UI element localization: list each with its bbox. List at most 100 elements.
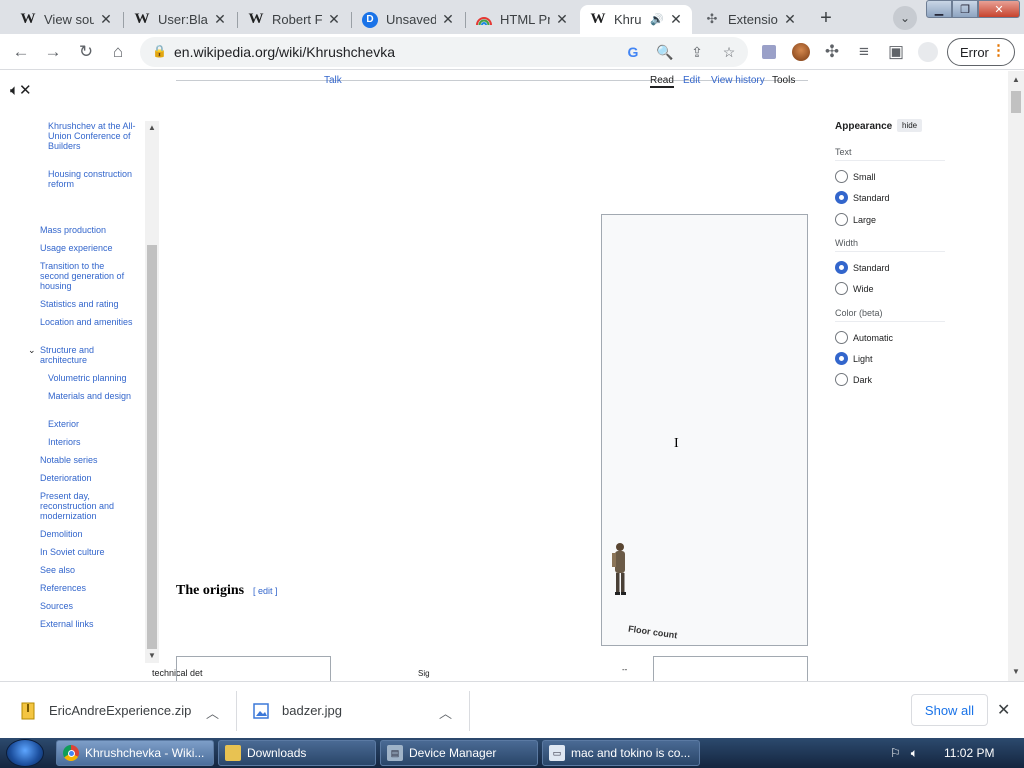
mute-icon[interactable]: 🔈︎✕ [10, 81, 32, 99]
section-edit-link[interactable]: [ edit ] [253, 586, 278, 596]
radio-button[interactable] [835, 331, 848, 344]
profile-button[interactable] [916, 40, 940, 64]
toc-item[interactable]: Interiors [48, 437, 143, 447]
taskbar-item-chrome[interactable]: Khrushchevka - Wiki... [56, 740, 214, 766]
profile-error-button[interactable]: Error ⋮ [947, 38, 1015, 66]
scroll-thumb[interactable] [1011, 91, 1021, 113]
close-icon[interactable]: ✕ [98, 11, 114, 28]
toc-item[interactable]: Statistics and rating [40, 299, 135, 309]
taskbar-item-downloads[interactable]: Downloads [218, 740, 376, 766]
tab-read[interactable]: Read [650, 75, 674, 88]
radio-button[interactable] [835, 352, 848, 365]
toc-item[interactable]: See also [40, 565, 135, 575]
chevron-up-icon[interactable]: ︿ [206, 703, 219, 722]
extension-icon[interactable] [757, 40, 781, 64]
bookmark-star-icon[interactable]: ☆ [719, 42, 739, 62]
tab-edit[interactable]: Edit [683, 75, 700, 86]
page-scrollbar[interactable]: ▲ ▼ [1008, 71, 1024, 681]
close-icon[interactable]: ✕ [212, 11, 228, 28]
tab-view-source[interactable]: W View sou ✕ [10, 5, 122, 34]
volume-muted-icon[interactable]: 🔈︎ [911, 746, 918, 761]
chevron-up-icon[interactable]: ︿ [439, 703, 452, 722]
hide-button[interactable]: hide [897, 119, 923, 132]
close-icon[interactable]: ✕ [668, 11, 684, 28]
start-button[interactable] [6, 739, 44, 767]
scroll-thumb[interactable] [147, 245, 157, 649]
toc-item[interactable]: Housing construction reform [48, 169, 143, 189]
forward-button[interactable]: → [41, 40, 65, 64]
tab-extensions[interactable]: ✣ Extensio ✕ [694, 5, 806, 34]
tab-html-preview[interactable]: HTML Pr ✕ [466, 5, 578, 34]
toc-item[interactable]: Usage experience [40, 243, 135, 253]
download-item[interactable]: badzer.jpg [253, 682, 342, 739]
toc-item[interactable]: Sources [40, 601, 135, 611]
tab-khrushchevka[interactable]: W Khru 🔊 ✕ [580, 5, 692, 34]
scroll-down-icon[interactable]: ▼ [148, 651, 156, 660]
address-bar[interactable]: 🔒 en.wikipedia.org/wiki/Khrushchevka G 🔍… [140, 37, 748, 67]
toc-item[interactable]: Exterior [48, 419, 143, 429]
radio-button[interactable] [835, 170, 848, 183]
radio-text-standard[interactable]: Standard [835, 191, 890, 204]
radio-button[interactable] [835, 191, 848, 204]
reload-button[interactable]: ↻ [74, 40, 98, 64]
toc-item[interactable]: Volumetric planning [48, 373, 143, 383]
toc-item[interactable]: Present day, reconstruction and moderniz… [40, 491, 135, 521]
toc-item[interactable]: Khrushchev at the All-Union Conference o… [48, 121, 143, 151]
radio-color-light[interactable]: Light [835, 352, 873, 365]
radio-width-wide[interactable]: Wide [835, 282, 874, 295]
tab-user-blat[interactable]: W User:Blat ✕ [124, 5, 236, 34]
download-item[interactable]: EricAndreExperience.zip [20, 682, 191, 739]
close-icon[interactable]: ✕ [554, 11, 570, 28]
speaker-icon[interactable]: 🔊 [650, 13, 664, 26]
radio-button[interactable] [835, 213, 848, 226]
action-center-icon[interactable]: ⚐ [890, 746, 901, 760]
toc-scrollbar[interactable]: ▲ ▼ [145, 121, 159, 663]
share-icon[interactable]: ⇪ [687, 42, 707, 62]
tab-unsaved[interactable]: D Unsaved ✕ [352, 5, 464, 34]
radio-button[interactable] [835, 261, 848, 274]
toc-item[interactable]: Demolition [40, 529, 135, 539]
avatar[interactable] [789, 40, 813, 64]
google-icon[interactable]: G [623, 42, 643, 62]
radio-button[interactable] [835, 373, 848, 386]
clock[interactable]: 11:02 PM [944, 746, 994, 760]
close-icon[interactable]: ✕ [782, 11, 798, 28]
toc-item[interactable]: Deterioration [40, 473, 135, 483]
radio-text-large[interactable]: Large [835, 213, 876, 226]
scroll-up-icon[interactable]: ▲ [1012, 75, 1020, 84]
home-button[interactable]: ⌂ [106, 40, 130, 64]
toc-item[interactable]: Structure and architecture [40, 345, 135, 365]
radio-text-small[interactable]: Small [835, 170, 876, 183]
zoom-icon[interactable]: 🔍 [655, 42, 675, 62]
taskbar-item-chat[interactable]: ▭ mac and tokino is co... [542, 740, 700, 766]
url-text[interactable]: en.wikipedia.org/wiki/Khrushchevka [174, 44, 395, 60]
radio-color-automatic[interactable]: Automatic [835, 331, 893, 344]
chevron-down-icon[interactable]: ⌄ [28, 345, 38, 355]
tab-robert[interactable]: W Robert F ✕ [238, 5, 350, 34]
tab-talk[interactable]: Talk [324, 75, 342, 86]
tab-view-history[interactable]: View history [711, 75, 765, 86]
radio-button[interactable] [835, 282, 848, 295]
tab-search-button[interactable]: ⌄ [893, 6, 917, 30]
reading-list-button[interactable]: ≡ [852, 40, 876, 64]
menu-dots-icon[interactable]: ⋮ [991, 43, 1006, 59]
close-window-button[interactable]: ✕ [978, 0, 1020, 18]
maximize-button[interactable]: ❐ [952, 0, 978, 18]
toc-item[interactable]: References [40, 583, 135, 593]
side-panel-button[interactable]: ▣ [884, 40, 908, 64]
toc-item[interactable]: Mass production [40, 225, 135, 235]
close-icon[interactable]: ✕ [440, 11, 456, 28]
radio-color-dark[interactable]: Dark [835, 373, 872, 386]
scroll-down-icon[interactable]: ▼ [1012, 667, 1020, 676]
close-icon[interactable]: ✕ [326, 11, 342, 28]
back-button[interactable]: ← [9, 40, 33, 64]
toc-item[interactable]: Notable series [40, 455, 135, 465]
show-all-button[interactable]: Show all [911, 694, 988, 726]
close-icon[interactable]: ✕ [997, 700, 1010, 720]
taskbar-item-device-manager[interactable]: ▤ Device Manager [380, 740, 538, 766]
toc-item[interactable]: Materials and design [48, 391, 143, 401]
scroll-up-icon[interactable]: ▲ [148, 123, 156, 132]
minimize-button[interactable]: ▁ [926, 0, 952, 18]
new-tab-button[interactable]: + [814, 6, 838, 30]
toc-item[interactable]: External links [40, 619, 135, 629]
